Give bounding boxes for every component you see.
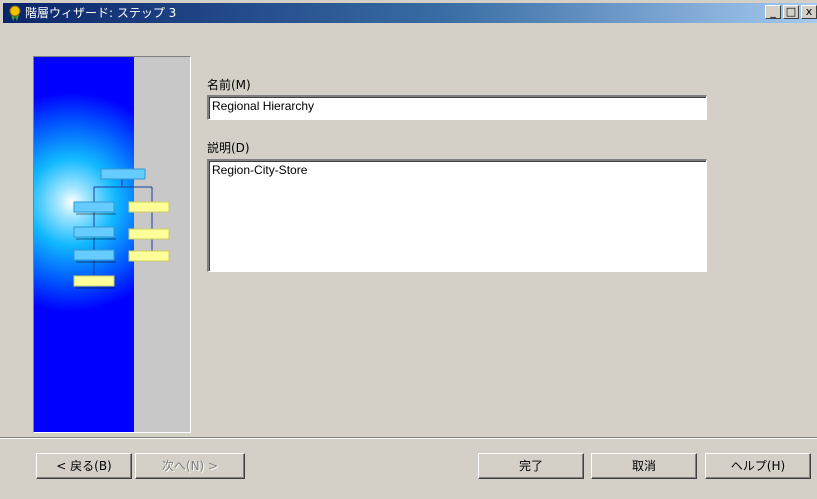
minimize-icon: _ — [770, 5, 776, 18]
close-button[interactable]: x — [801, 5, 817, 19]
wizard-illustration — [33, 56, 191, 433]
close-icon: x — [805, 5, 813, 18]
back-button[interactable]: < 戻る(B) — [36, 453, 132, 479]
maximize-button[interactable]: □ — [783, 5, 799, 19]
help-button[interactable]: ヘルプ(H) — [705, 453, 811, 479]
title-bar[interactable]: 階層ウィザード: ステップ 3 _ □ x — [3, 3, 817, 23]
description-label: 説明(D) — [207, 141, 250, 155]
window-controls: _ □ x — [765, 5, 817, 19]
description-field[interactable]: Region-City-Store — [207, 159, 707, 272]
minimize-button[interactable]: _ — [765, 5, 781, 19]
name-field[interactable]: Regional Hierarchy — [207, 95, 707, 120]
finish-button[interactable]: 完了 — [478, 453, 584, 479]
name-label: 名前(M) — [207, 78, 251, 92]
window-title: 階層ウィザード: ステップ 3 — [25, 6, 177, 20]
hierarchy-tree-illustration — [34, 57, 190, 432]
next-button[interactable]: 次へ(N) > — [135, 453, 245, 479]
button-separator — [0, 437, 817, 439]
wizard-window: 階層ウィザード: ステップ 3 _ □ x 名前(M) Regional Hie… — [0, 0, 817, 499]
cancel-button[interactable]: 取消 — [591, 453, 697, 479]
maximize-icon: □ — [785, 5, 797, 18]
wizard-ribbon-icon — [7, 5, 23, 21]
